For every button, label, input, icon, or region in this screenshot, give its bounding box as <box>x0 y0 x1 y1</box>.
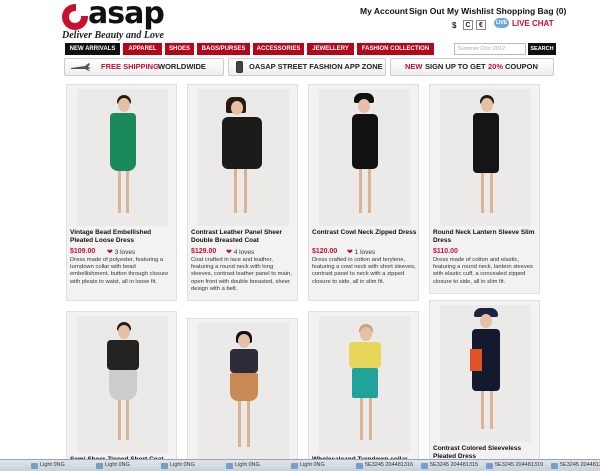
search-input[interactable]: Summer Chic 2012 <box>454 43 526 55</box>
product-price: $120.00 <box>312 248 338 255</box>
product-photo[interactable] <box>77 89 168 226</box>
nav-shoes[interactable]: SHOES <box>164 43 194 55</box>
product-card[interactable]: Semi Sheer Zipped Short Coat <box>66 311 177 471</box>
product-description: Dress made of polyester, featuring a tur… <box>70 257 169 285</box>
airplane-icon <box>71 63 91 71</box>
taskbar: Light 0NG Light 0NG Light 0NG Light 0NG … <box>0 459 600 471</box>
product-price: $129.00 <box>191 248 217 255</box>
product-photo[interactable] <box>319 89 410 226</box>
product-title[interactable]: Contrast Leather Panel Sheer Double Brea… <box>191 229 296 245</box>
product-loves[interactable]: ❤ 1 loves <box>347 248 375 256</box>
signup-text: SIGN UP TO GET <box>425 62 486 71</box>
product-description: Dress made of cotton and elastic, featur… <box>433 257 533 285</box>
product-price: $109.00 <box>70 248 96 255</box>
sign-out-link[interactable]: Sign Out <box>409 6 444 16</box>
product-card[interactable]: Wholesaleand Turndown collar <box>308 311 419 471</box>
page: asap Deliver Beauty and Love My Account … <box>0 0 600 471</box>
currency-eur[interactable]: € <box>476 20 486 30</box>
live-chat-label: LIVE CHAT <box>512 19 554 28</box>
logo-text: asap <box>88 0 165 31</box>
product-description: Coat crafted in lace and leather, featur… <box>191 257 292 292</box>
product-price: $110.00 <box>433 248 458 255</box>
product-title[interactable]: Vintage Bead Embellished Pleated Loose D… <box>70 229 175 245</box>
product-photo[interactable] <box>440 89 531 226</box>
nav-fashion-collection[interactable]: FASHION COLLECTION <box>356 43 434 55</box>
nav-accessories[interactable]: ACCESSORIES <box>252 43 304 55</box>
signup-percent: 20% <box>488 62 504 71</box>
signup-coupon-text: COUPON <box>505 62 538 71</box>
product-card[interactable]: Contrast Colored Sleeveless Pleated Dres… <box>429 300 540 471</box>
taskbar-item[interactable]: Light 0NG <box>225 462 283 471</box>
heart-icon: ❤ <box>347 249 353 256</box>
my-wishlist-link[interactable]: My Wishlist <box>447 6 494 16</box>
heart-icon: ❤ <box>107 249 113 256</box>
product-card[interactable] <box>187 318 298 471</box>
shipping-dark-text: WORLDWIDE <box>158 62 206 71</box>
product-title[interactable]: Contrast Cowl Neck Zipped Dress <box>312 229 417 237</box>
signup-new-text: NEW <box>405 62 423 71</box>
heart-icon: ❤ <box>226 249 232 256</box>
promo-app-zone[interactable]: OASAP STREET FASHION APP ZONE <box>228 58 386 76</box>
chat-bubble-icon: LIVE <box>494 18 509 28</box>
product-photo[interactable] <box>440 305 531 442</box>
product-card[interactable]: Round Neck Lantern Sleeve Slim Dress $11… <box>429 84 540 294</box>
product-photo[interactable] <box>319 316 410 453</box>
taskbar-item[interactable]: 5E3245 2044813193 <box>550 462 600 471</box>
product-card[interactable]: Contrast Leather Panel Sheer Double Brea… <box>187 84 298 301</box>
promo-free-shipping[interactable]: FREE SHIPPING WORLDWIDE <box>64 58 224 76</box>
product-card[interactable]: Contrast Cowl Neck Zipped Dress $120.00 … <box>308 84 419 301</box>
product-photo[interactable] <box>198 89 289 226</box>
product-photo[interactable] <box>198 323 289 460</box>
taskbar-item[interactable]: Light 0NG <box>160 462 218 471</box>
nav-apparel[interactable]: APPAREL <box>122 43 162 55</box>
product-loves[interactable]: ❤ 3 loves <box>107 248 135 256</box>
product-card[interactable]: Vintage Bead Embellished Pleated Loose D… <box>66 84 177 301</box>
app-zone-text: OASAP STREET FASHION APP ZONE <box>249 62 383 71</box>
search-button[interactable]: SEARCH <box>528 43 556 55</box>
taskbar-item[interactable]: Light 0NG <box>30 462 88 471</box>
currency-cad[interactable]: C <box>463 20 473 30</box>
taskbar-item[interactable]: Light 0NG <box>290 462 348 471</box>
nav-bags-purses[interactable]: BAGS/PURSES <box>196 43 250 55</box>
taskbar-item[interactable]: Light 0NG <box>95 462 153 471</box>
shopping-bag-link[interactable]: Shopping Bag (0) <box>496 6 566 16</box>
brand-tagline: Deliver Beauty and Love <box>62 30 164 41</box>
taskbar-item[interactable]: 5E3245 2044813157 <box>420 462 478 471</box>
product-title[interactable]: Round Neck Lantern Sleeve Slim Dress <box>433 229 538 245</box>
phone-icon <box>236 61 243 73</box>
promo-signup-coupon[interactable]: NEW SIGN UP TO GET 20% COUPON <box>390 58 554 76</box>
nav-jewellery[interactable]: JEWELLERY <box>306 43 354 55</box>
taskbar-item[interactable]: 5E3245 2044813163 <box>355 462 413 471</box>
product-loves[interactable]: ❤ 4 loves <box>226 248 254 256</box>
taskbar-item[interactable]: 5E3245 2044813197 <box>485 462 543 471</box>
nav-new-arrivals[interactable]: NEW ARRIVALS <box>64 43 120 55</box>
shipping-red-text: FREE SHIPPING <box>101 62 159 71</box>
currency-usd[interactable]: $ <box>452 21 456 30</box>
logo-icon <box>62 4 88 30</box>
my-account-link[interactable]: My Account <box>360 6 408 16</box>
product-description: Dress crafted in cotton and terylene, fe… <box>312 257 416 285</box>
product-photo[interactable] <box>77 316 168 453</box>
